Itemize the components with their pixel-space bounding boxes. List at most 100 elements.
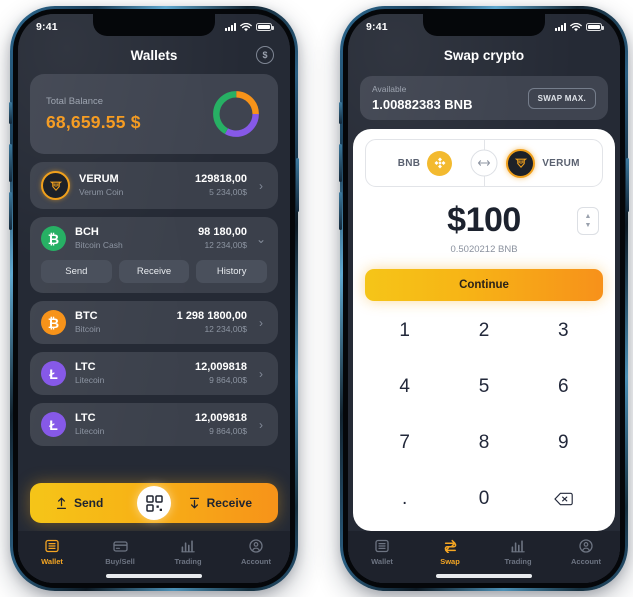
coin-row[interactable]: Ł LTC Litecoin 12,009818 9 864,00$ › bbox=[30, 403, 278, 446]
from-token[interactable]: BNB bbox=[366, 150, 484, 176]
key-1[interactable]: 1 bbox=[399, 320, 410, 342]
tab-label: Trading bbox=[504, 557, 532, 566]
send-action[interactable]: Send bbox=[56, 496, 103, 510]
coin-fiat-value: 12 234,00$ bbox=[204, 323, 247, 334]
tab-account[interactable]: Account bbox=[552, 538, 620, 566]
volume-up-button[interactable] bbox=[339, 144, 342, 182]
tab-label: Trading bbox=[174, 557, 202, 566]
amount-value[interactable]: $100 bbox=[365, 203, 603, 237]
wifi-icon bbox=[570, 22, 582, 31]
tab-buy-sell[interactable]: Buy/Sell bbox=[86, 538, 154, 566]
phone-wallets: 9:41 Wallets $ Total Balance 68,659.55 $… bbox=[9, 6, 299, 591]
phone-notch bbox=[93, 14, 215, 36]
coin-amount: 12,009818 bbox=[195, 412, 247, 425]
key-4[interactable]: 4 bbox=[399, 376, 410, 398]
key-9[interactable]: 9 bbox=[558, 432, 569, 454]
bar-chart-icon bbox=[511, 538, 526, 553]
swap-max-button[interactable]: SWAP MAX. bbox=[527, 87, 596, 109]
swap-sheet: BNB VERUM $100 0.5020212 BNB ▲ ▼ Continu… bbox=[353, 129, 615, 531]
coin-symbol: VERUM bbox=[79, 173, 119, 186]
page-title: Wallets bbox=[130, 47, 178, 63]
stepper-up-down-icon[interactable]: ▲ ▼ bbox=[577, 207, 599, 235]
coin-row[interactable]: VERUM Verum Coin 129818,00 5 234,00$ › bbox=[30, 162, 278, 209]
dollar-circle-icon[interactable]: $ bbox=[256, 46, 274, 64]
tab-swap[interactable]: Swap bbox=[416, 538, 484, 566]
coin-symbol: LTC bbox=[75, 361, 96, 374]
token-pair-selector: BNB VERUM bbox=[365, 139, 603, 187]
wallet-screen: 9:41 Wallets $ Total Balance 68,659.55 $… bbox=[18, 14, 290, 583]
history-button[interactable]: History bbox=[196, 260, 268, 283]
send-receive-bar: Send Receive bbox=[30, 483, 278, 523]
coin-row[interactable]: ₿ BCH Bitcoin Cash 98 180,00 12 234,00$ … bbox=[30, 217, 278, 260]
volume-up-button[interactable] bbox=[9, 144, 12, 182]
coin-amount: 129818,00 bbox=[195, 173, 247, 186]
balance-donut-chart bbox=[213, 91, 259, 137]
chevron-right-icon[interactable]: › bbox=[255, 367, 267, 381]
coin-fiat-value: 9 864,00$ bbox=[209, 425, 247, 436]
chevron-down-icon[interactable]: ⌄ bbox=[255, 232, 267, 246]
continue-button[interactable]: Continue bbox=[365, 269, 603, 301]
total-balance-card: Total Balance 68,659.55 $ bbox=[30, 74, 278, 154]
volume-down-button[interactable] bbox=[9, 192, 12, 230]
home-indicator[interactable] bbox=[436, 574, 532, 578]
to-token[interactable]: VERUM bbox=[484, 148, 602, 178]
available-label: Available bbox=[372, 84, 407, 94]
key-2[interactable]: 2 bbox=[479, 320, 490, 342]
mute-switch[interactable] bbox=[9, 102, 12, 124]
volume-down-button[interactable] bbox=[339, 192, 342, 230]
amount-area: $100 0.5020212 BNB ▲ ▼ bbox=[365, 187, 603, 259]
coin-card-btc[interactable]: ₿ BTC Bitcoin 1 298 1800,00 12 234,00$ › bbox=[30, 301, 278, 344]
coin-names: BCH Bitcoin Cash bbox=[75, 226, 198, 251]
battery-icon bbox=[256, 23, 274, 31]
tab-wallet[interactable]: Wallet bbox=[18, 538, 86, 566]
key-5[interactable]: 5 bbox=[479, 376, 490, 398]
swap-content: Swap crypto Available 1.00882383 BNB SWA… bbox=[348, 14, 620, 583]
coin-row[interactable]: Ł LTC Litecoin 12,009818 9 864,00$ › bbox=[30, 352, 278, 395]
key-6[interactable]: 6 bbox=[558, 376, 569, 398]
coin-row[interactable]: ₿ BTC Bitcoin 1 298 1800,00 12 234,00$ › bbox=[30, 301, 278, 344]
backspace-icon[interactable] bbox=[554, 492, 573, 506]
key-3[interactable]: 3 bbox=[558, 320, 569, 342]
tab-trading[interactable]: Trading bbox=[484, 538, 552, 566]
chevron-right-icon[interactable]: › bbox=[255, 418, 267, 432]
mute-switch[interactable] bbox=[339, 102, 342, 124]
swap-header: Swap crypto bbox=[348, 40, 620, 70]
stepper-down: ▼ bbox=[584, 221, 592, 229]
coin-symbol: BTC bbox=[75, 310, 98, 323]
receive-action[interactable]: Receive bbox=[189, 496, 252, 510]
coin-card-ltc-2[interactable]: Ł LTC Litecoin 12,009818 9 864,00$ › bbox=[30, 403, 278, 446]
key-8[interactable]: 8 bbox=[479, 432, 490, 454]
power-button[interactable] bbox=[296, 158, 299, 212]
tab-wallet[interactable]: Wallet bbox=[348, 538, 416, 566]
tab-label: Wallet bbox=[41, 557, 63, 566]
status-indicators bbox=[225, 22, 274, 32]
from-token-label: BNB bbox=[397, 157, 421, 169]
coin-symbol: BCH bbox=[75, 226, 99, 239]
coin-card-verum[interactable]: VERUM Verum Coin 129818,00 5 234,00$ › bbox=[30, 162, 278, 209]
key-0[interactable]: 0 bbox=[479, 488, 490, 510]
send-button[interactable]: Send bbox=[41, 260, 112, 283]
balance-number: 68,659.55 bbox=[46, 111, 126, 132]
screenshot-stage: 9:41 Wallets $ Total Balance 68,659.55 $… bbox=[0, 0, 633, 597]
chevron-right-icon[interactable]: › bbox=[255, 179, 267, 193]
binance-coin-icon bbox=[427, 150, 453, 176]
coin-values: 129818,00 5 234,00$ bbox=[195, 173, 247, 198]
to-token-label: VERUM bbox=[542, 157, 580, 169]
qr-code-icon[interactable] bbox=[137, 486, 171, 520]
battery-icon bbox=[586, 23, 604, 31]
left-right-arrows-icon[interactable] bbox=[470, 149, 498, 177]
coin-card-bch[interactable]: ₿ BCH Bitcoin Cash 98 180,00 12 234,00$ … bbox=[30, 217, 278, 293]
tab-label: Swap bbox=[440, 557, 460, 566]
receive-button[interactable]: Receive bbox=[118, 260, 190, 283]
verum-coin-icon bbox=[506, 148, 536, 178]
tab-trading[interactable]: Trading bbox=[154, 538, 222, 566]
tab-account[interactable]: Account bbox=[222, 538, 290, 566]
key-7[interactable]: 7 bbox=[399, 432, 410, 454]
home-indicator[interactable] bbox=[106, 574, 202, 578]
key-decimal[interactable]: . bbox=[402, 488, 407, 510]
coin-card-ltc-1[interactable]: Ł LTC Litecoin 12,009818 9 864,00$ › bbox=[30, 352, 278, 395]
numeric-keypad: 1 2 3 4 5 6 7 8 9 . 0 bbox=[365, 303, 603, 527]
power-button[interactable] bbox=[626, 158, 629, 212]
chevron-right-icon[interactable]: › bbox=[255, 316, 267, 330]
bar-chart-icon bbox=[181, 538, 196, 553]
